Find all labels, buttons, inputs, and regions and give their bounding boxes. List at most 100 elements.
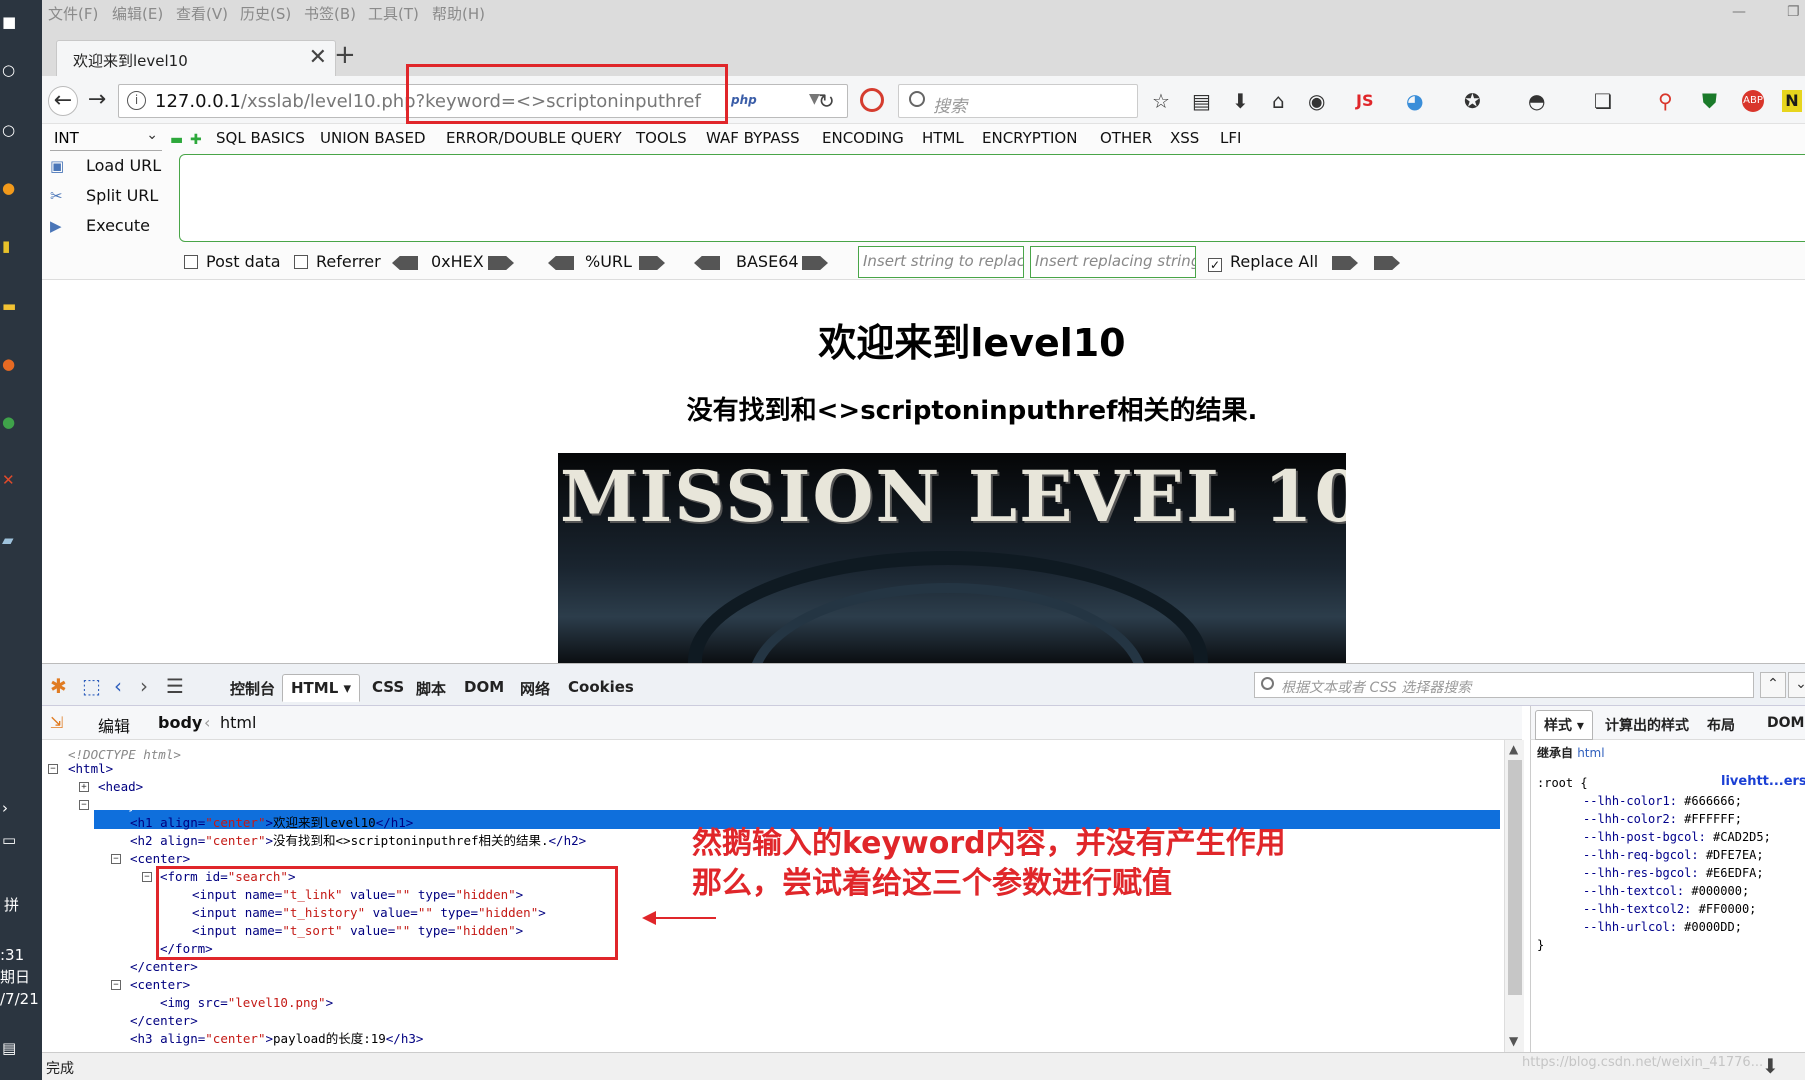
url-decode-arrow-icon[interactable] xyxy=(548,256,574,270)
forward-icon[interactable]: › xyxy=(140,674,148,698)
replace-arrow-icon[interactable] xyxy=(1332,256,1358,270)
base64-decode-arrow-icon[interactable] xyxy=(694,256,720,270)
shield-icon[interactable]: ⛊ xyxy=(1702,90,1717,112)
url-encode-arrow-icon[interactable] xyxy=(639,256,665,270)
tree-center-close[interactable]: </center> xyxy=(130,958,198,976)
replace-all-checkbox[interactable]: ✓ Replace All xyxy=(1208,252,1318,272)
css-var-row[interactable]: --lhh-textcol: #000000; xyxy=(1583,882,1749,900)
tab-net[interactable]: 网络 xyxy=(520,678,550,699)
inherit-link[interactable]: html xyxy=(1577,746,1604,760)
bookmark-star-icon[interactable]: ☆ xyxy=(1152,90,1170,112)
referrer-checkbox[interactable]: Referrer xyxy=(294,252,381,271)
menu-xss[interactable]: XSS xyxy=(1170,129,1199,147)
tab-css[interactable]: CSS xyxy=(372,678,404,696)
back-button[interactable]: ← xyxy=(48,86,78,116)
close-tab-icon[interactable]: ✕ xyxy=(309,45,327,70)
palette-icon[interactable]: ✪ xyxy=(1464,90,1481,112)
split-url-button[interactable]: ✂ Split URL xyxy=(50,186,158,205)
menu-html[interactable]: HTML xyxy=(922,129,964,147)
tab-computed[interactable]: 计算出的样式 xyxy=(1605,715,1689,735)
tree-h3[interactable]: <h3 align="center">payload的长度:19</h3> xyxy=(130,1030,423,1048)
network-icon[interactable]: ▭ xyxy=(2,830,18,850)
css-root-selector[interactable]: :root { xyxy=(1537,774,1588,792)
css-var-row[interactable]: --lhh-color1: #666666; xyxy=(1583,792,1742,810)
html-tree-scrollbar[interactable]: ▲ ▼ xyxy=(1504,740,1524,1052)
css-var-row[interactable]: --lhh-post-bgcol: #CAD2D5; xyxy=(1583,828,1771,846)
extension-icon[interactable]: ◕ xyxy=(1406,90,1423,112)
menu-help[interactable]: 帮助(H) xyxy=(432,3,485,24)
collapse-icon[interactable]: − xyxy=(48,764,58,774)
tab-style[interactable]: 样式 ▾ xyxy=(1535,710,1593,740)
tree-center2-close[interactable]: </center> xyxy=(130,1012,198,1030)
adblock-icon[interactable]: ABP xyxy=(1742,90,1764,112)
chevron-down-icon[interactable]: ⌄ xyxy=(1788,672,1805,698)
tree-head[interactable]: <head> xyxy=(98,778,143,796)
menu-edit[interactable]: 编辑(E) xyxy=(112,3,163,24)
menu-file[interactable]: 文件(F) xyxy=(48,3,98,24)
magnifier-icon[interactable]: ⚲ xyxy=(1658,90,1673,112)
tree-h1[interactable]: <h1 align="center">欢迎来到level10</h1> xyxy=(130,814,413,832)
menu-tools[interactable]: 工具(T) xyxy=(368,3,419,24)
indent-icon[interactable]: ☰ xyxy=(166,674,184,698)
forward-button[interactable]: → xyxy=(82,86,112,116)
noscript-icon[interactable] xyxy=(860,88,884,112)
post-data-checkbox[interactable]: Post data xyxy=(184,252,281,271)
tab-html[interactable]: HTML ▾ xyxy=(282,674,361,702)
folder-icon[interactable]: ▬ xyxy=(2,296,18,316)
tab-dom[interactable]: DOM xyxy=(464,678,504,696)
menu-view[interactable]: 查看(V) xyxy=(176,3,228,24)
css-var-row[interactable]: --lhh-res-bgcol: #E6EDFA; xyxy=(1583,864,1764,882)
menu-encryption[interactable]: ENCRYPTION xyxy=(982,129,1077,147)
hex-encode-arrow-icon[interactable] xyxy=(488,256,514,270)
app-orange-icon[interactable]: ● xyxy=(2,178,18,198)
search-input[interactable]: 搜索 xyxy=(933,92,967,117)
globe-icon[interactable]: ◉ xyxy=(1308,90,1325,112)
css-source-link[interactable]: livehtt...ers.c xyxy=(1721,774,1805,789)
firefox-icon[interactable]: ● xyxy=(2,354,18,374)
tab-layout[interactable]: 布局 xyxy=(1707,715,1735,735)
tree-body[interactable]: <body> xyxy=(98,796,143,814)
scroll-up-icon[interactable]: ▲ xyxy=(1509,742,1518,756)
tab-cookies[interactable]: Cookies xyxy=(568,678,634,696)
menu-history[interactable]: 历史(S) xyxy=(240,3,291,24)
menu-tools[interactable]: TOOLS xyxy=(636,129,687,147)
int-select[interactable]: INT ⌄ xyxy=(50,127,162,151)
replace-string-input[interactable]: Insert string to replace xyxy=(858,246,1024,278)
firebug-search[interactable]: 根据文本或者 CSS 选择器搜索 xyxy=(1254,672,1754,698)
restore-icon[interactable]: ❐ xyxy=(1787,4,1800,20)
firebug-search-input[interactable]: 根据文本或者 CSS 选择器搜索 xyxy=(1281,677,1471,697)
chrome-icon[interactable]: ● xyxy=(2,412,18,432)
execute-button[interactable]: ▶ Execute xyxy=(50,216,150,235)
search-icon[interactable]: ○ xyxy=(2,60,18,80)
inspect-icon[interactable]: ⬚ xyxy=(82,674,101,698)
tab-side-dom[interactable]: DOM xyxy=(1767,715,1804,731)
menu-lfi[interactable]: LFI xyxy=(1220,129,1241,147)
back-icon[interactable]: ‹ xyxy=(114,674,122,698)
edit-button[interactable]: 编辑 xyxy=(98,713,130,737)
minus-icon[interactable]: ▬ xyxy=(170,132,183,148)
menu-error-double-query[interactable]: ERROR/DOUBLE QUERY xyxy=(446,129,622,147)
tree-h2[interactable]: <h2 align="center">没有找到和<>scriptoninputh… xyxy=(130,832,586,850)
collapse-icon[interactable]: − xyxy=(142,872,152,882)
css-var-row[interactable]: --lhh-req-bgcol: #DFE7EA; xyxy=(1583,846,1764,864)
menu-sql-basics[interactable]: SQL BASICS xyxy=(216,129,305,147)
php-badge[interactable]: php xyxy=(731,93,757,107)
menu-waf-bypass[interactable]: WAF BYPASS xyxy=(706,129,800,147)
search-box[interactable]: 搜索 xyxy=(898,84,1138,118)
expand-icon[interactable]: + xyxy=(79,782,89,792)
menu-union-based[interactable]: UNION BASED xyxy=(320,129,426,147)
start-icon[interactable]: ■ xyxy=(2,12,18,32)
css-var-row[interactable]: --lhh-textcol2: #FF0000; xyxy=(1583,900,1756,918)
reload-icon[interactable]: ↻ xyxy=(818,89,835,113)
app-red-icon[interactable]: ✕ xyxy=(2,470,18,490)
css-var-row[interactable]: --lhh-color2: #FFFFFF; xyxy=(1583,810,1742,828)
menu-other[interactable]: OTHER xyxy=(1100,129,1152,147)
download-status-icon[interactable]: ⬇ xyxy=(1762,1055,1779,1077)
tab-script[interactable]: 脚本 xyxy=(416,678,446,699)
scroll-thumb[interactable] xyxy=(1508,760,1522,995)
replacing-string-input[interactable]: Insert replacing string xyxy=(1030,246,1196,278)
tree-img[interactable]: <img src="level10.png"> xyxy=(160,994,333,1012)
load-url-button[interactable]: ▣ Load URL xyxy=(50,156,161,175)
app-blue-icon[interactable]: ▰ xyxy=(2,530,18,550)
notes-icon[interactable]: N xyxy=(1782,90,1802,112)
